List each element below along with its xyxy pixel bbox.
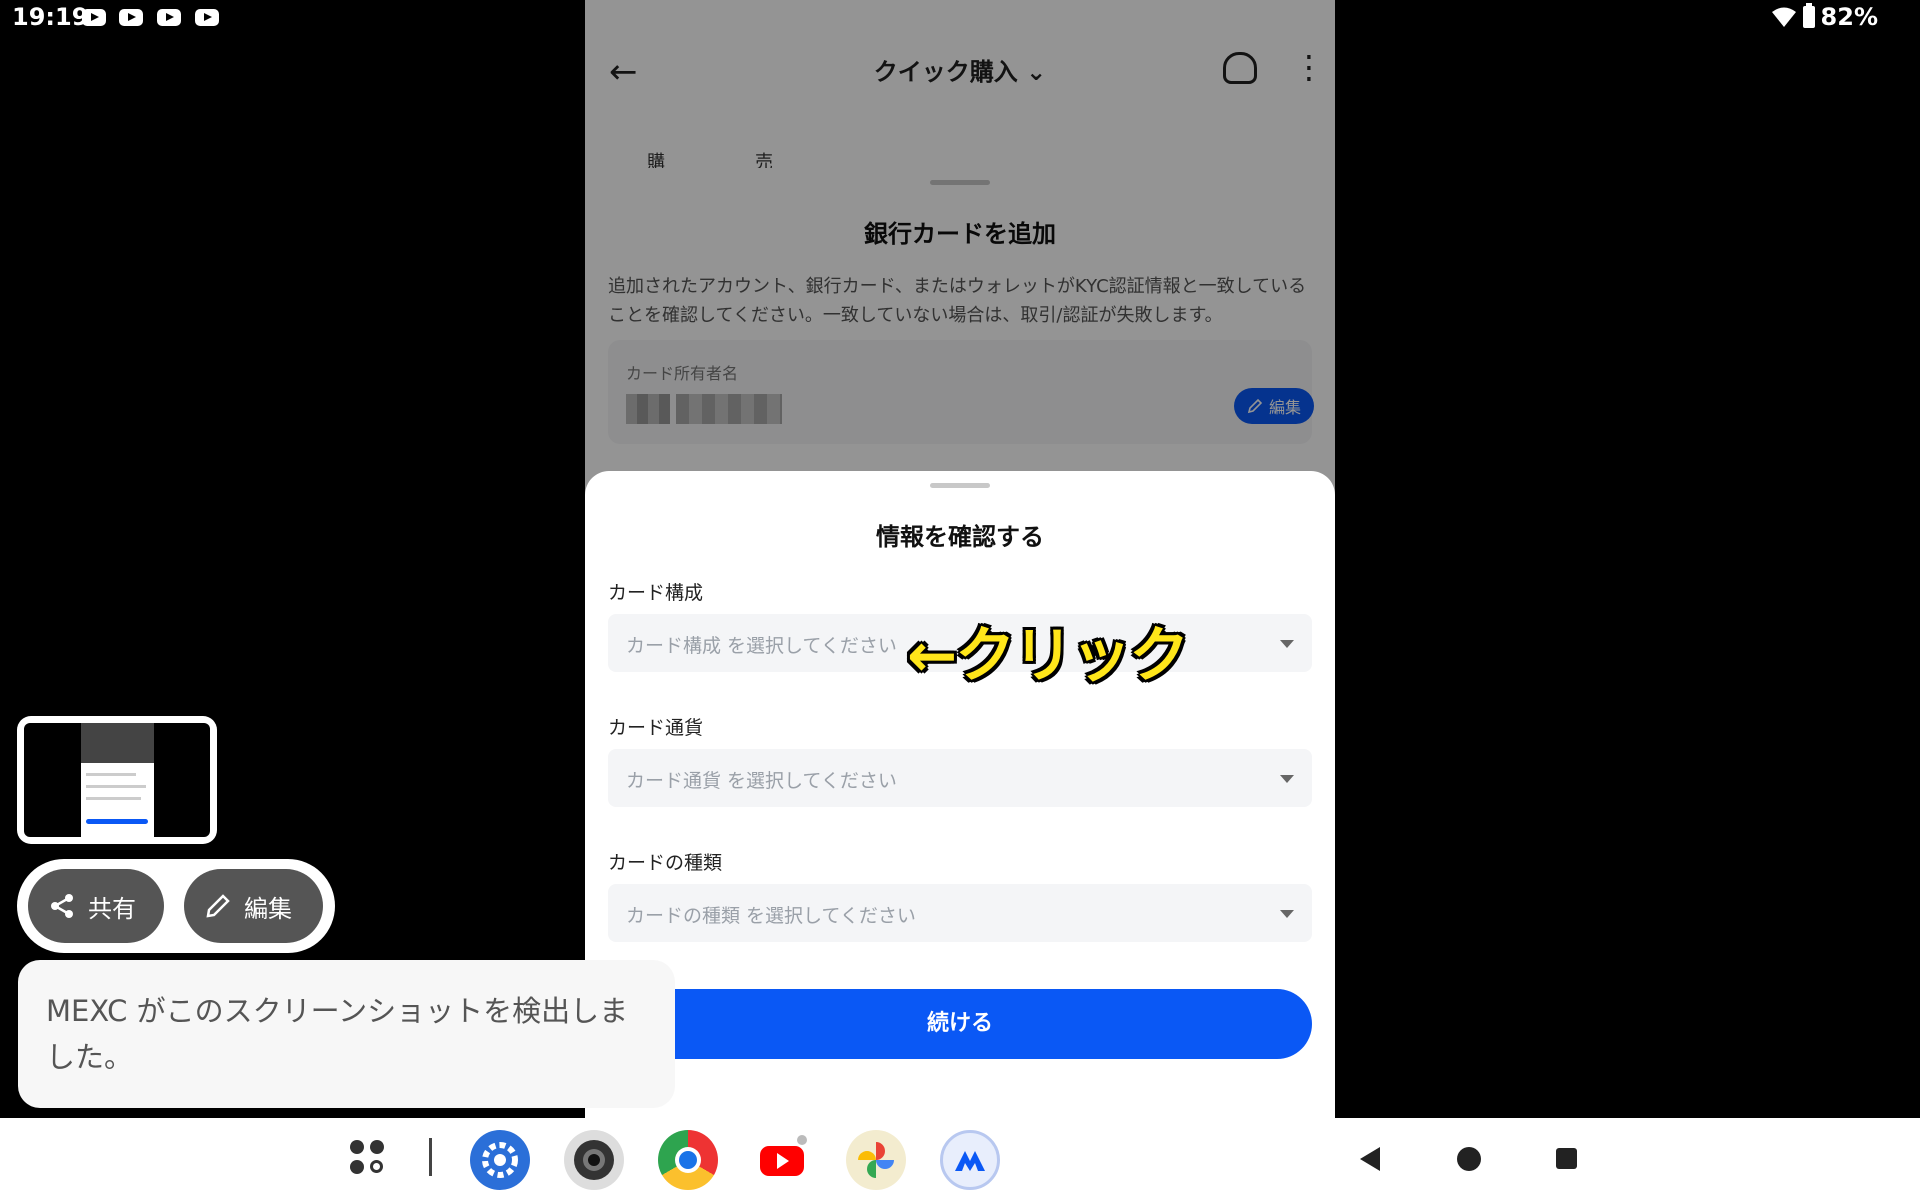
share-icon bbox=[51, 894, 73, 918]
nav-home-icon[interactable] bbox=[1457, 1147, 1481, 1171]
taskbar bbox=[0, 1118, 1920, 1200]
youtube-notification-icon bbox=[119, 9, 143, 26]
sheet-grabber[interactable] bbox=[930, 483, 990, 488]
card-type-label: カードの種類 bbox=[608, 852, 723, 874]
preview-dim bbox=[81, 723, 154, 763]
edit-screenshot-button[interactable]: 編集 bbox=[184, 869, 323, 943]
card-currency-label: カード通貨 bbox=[608, 717, 704, 739]
select-placeholder: カード構成 を選択してください bbox=[626, 635, 897, 657]
nav-recents-icon[interactable] bbox=[1556, 1148, 1577, 1169]
battery-percent: 82% bbox=[1820, 3, 1878, 31]
card-type-select[interactable]: カードの種類 を選択してください bbox=[608, 884, 1312, 942]
youtube-notification-icon bbox=[195, 9, 219, 26]
chrome-icon[interactable] bbox=[658, 1130, 718, 1190]
mexc-app: ← クイック購入 ⌄ ⋮ 購入 売却 銀行カードを追加 追加されたアカウント、銀… bbox=[585, 0, 1335, 1118]
youtube-icon[interactable] bbox=[752, 1130, 812, 1190]
click-annotation: ←クリック bbox=[907, 621, 1189, 691]
continue-button[interactable]: 続ける bbox=[608, 989, 1312, 1059]
select-placeholder: カードの種類 を選択してください bbox=[626, 905, 916, 927]
youtube-notification-icon bbox=[157, 9, 181, 26]
photos-icon[interactable] bbox=[846, 1130, 906, 1190]
screenshot-preview bbox=[24, 723, 210, 837]
mexc-icon[interactable] bbox=[940, 1130, 1000, 1190]
screenshot-detected-toast: MEXC がこのスクリーンショットを検出しました。 bbox=[18, 960, 675, 1108]
screenshot-actions: 共有 編集 bbox=[17, 859, 335, 953]
app-search-icon[interactable] bbox=[350, 1140, 390, 1180]
settings-icon[interactable] bbox=[470, 1130, 530, 1190]
screenshot-thumbnail[interactable] bbox=[17, 716, 217, 844]
select-placeholder: カード通貨 を選択してください bbox=[626, 770, 897, 792]
edit-label: 編集 bbox=[244, 894, 292, 923]
taskbar-divider bbox=[429, 1138, 432, 1176]
sheet-title: 情報を確認する bbox=[876, 523, 1044, 551]
nav-back-icon[interactable] bbox=[1360, 1147, 1380, 1171]
dropdown-caret-icon bbox=[1280, 910, 1294, 918]
pencil-icon bbox=[206, 894, 230, 918]
preview-button bbox=[86, 819, 148, 824]
camera-icon[interactable] bbox=[564, 1130, 624, 1190]
youtube-notification-icon bbox=[82, 9, 106, 26]
preview-line bbox=[86, 797, 141, 800]
preview-line bbox=[86, 773, 136, 776]
wifi-icon bbox=[1771, 7, 1796, 27]
card-composition-label: カード構成 bbox=[608, 582, 704, 604]
share-button[interactable]: 共有 bbox=[28, 869, 164, 943]
confirm-info-sheet: 情報を確認する カード構成 カード構成 を選択してください ←クリック カード通… bbox=[585, 471, 1335, 1118]
status-time: 19:19 bbox=[12, 3, 89, 31]
battery-icon bbox=[1802, 3, 1815, 28]
dropdown-caret-icon bbox=[1280, 775, 1294, 783]
preview-line bbox=[86, 785, 146, 788]
share-label: 共有 bbox=[88, 894, 136, 923]
dropdown-caret-icon bbox=[1280, 640, 1294, 648]
card-currency-select[interactable]: カード通貨 を選択してください bbox=[608, 749, 1312, 807]
